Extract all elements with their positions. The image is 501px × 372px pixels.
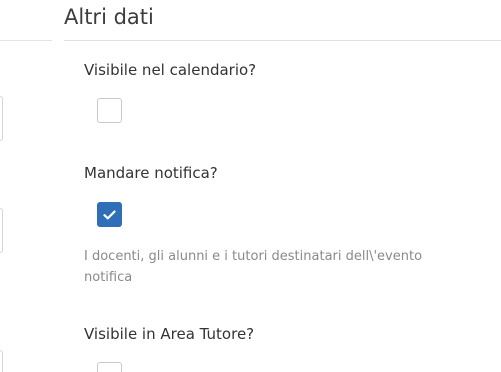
section-title: Altri dati [64,5,154,29]
visible-calendar-checkbox[interactable] [97,98,122,123]
checkmark-icon [103,210,116,219]
send-notification-checkbox[interactable] [97,202,122,227]
left-column-field-edge [0,208,3,253]
help-text-line: notifica [84,270,133,285]
visible-tutor-area-checkbox[interactable] [97,362,122,372]
visible-calendar-label: Visibile nel calendario? [84,61,257,79]
send-notification-help-text: I docenti, gli alunni e i tutori destina… [84,246,501,288]
left-column-field-edge [0,350,3,372]
send-notification-label: Mandare notifica? [84,164,218,182]
left-column-divider [0,40,52,41]
visible-tutor-area-label: Visibile in Area Tutore? [84,325,255,343]
section-divider [64,40,501,41]
left-column-field-edge [0,96,3,141]
other-data-panel: Altri dati Visibile nel calendario? Mand… [0,0,501,372]
help-text-line: I docenti, gli alunni e i tutori destina… [84,249,423,264]
